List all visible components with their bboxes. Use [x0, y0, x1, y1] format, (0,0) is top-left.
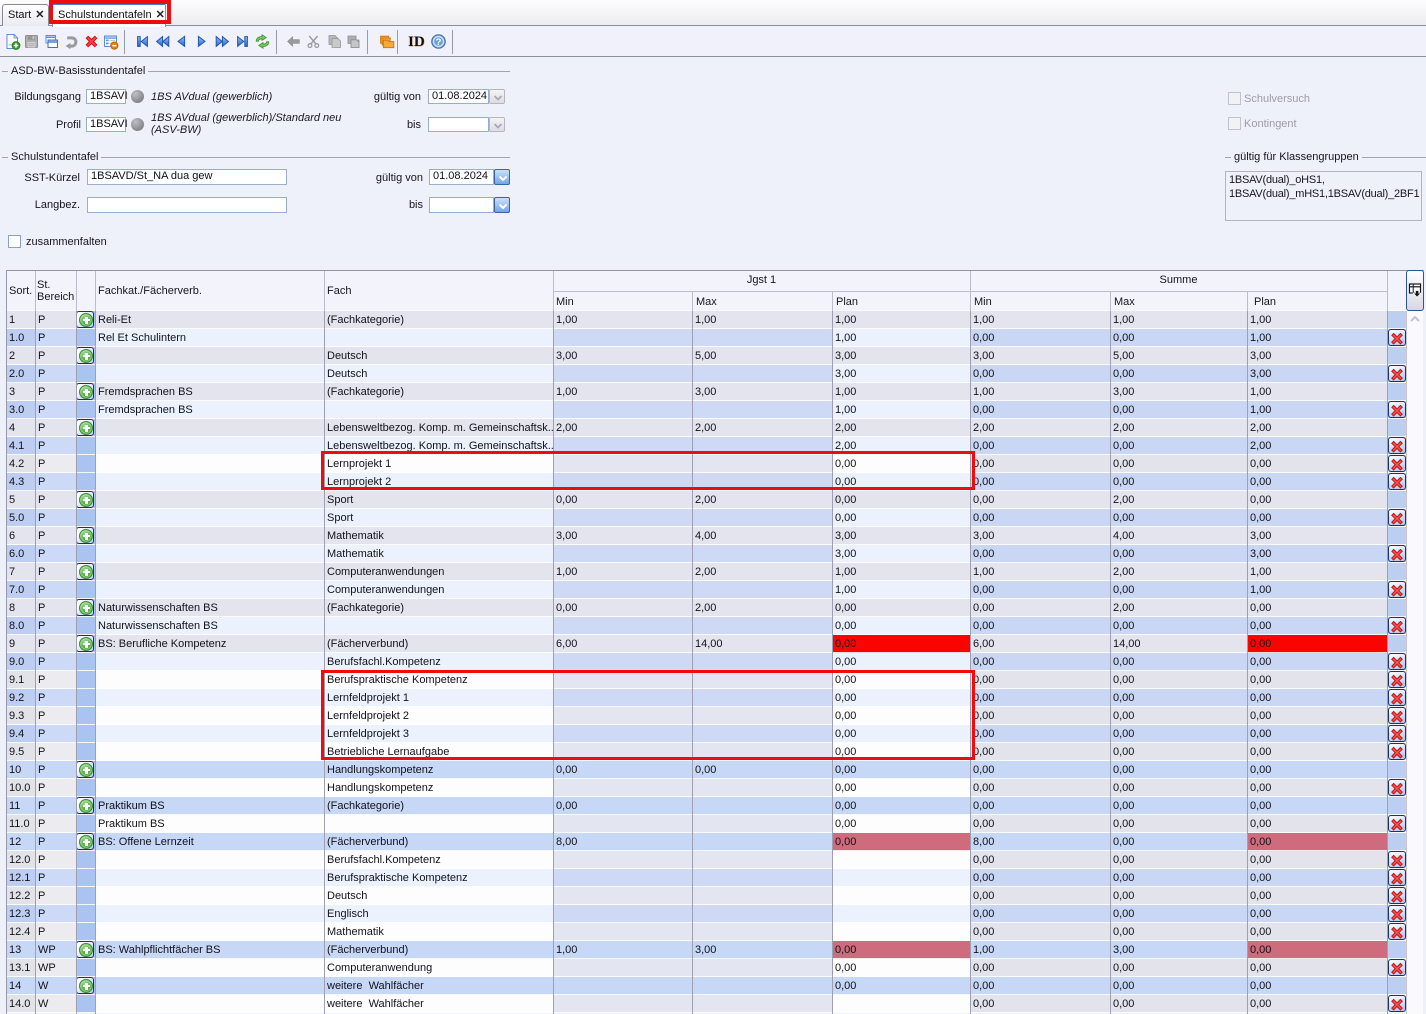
svg-text:?: ?	[435, 37, 441, 48]
